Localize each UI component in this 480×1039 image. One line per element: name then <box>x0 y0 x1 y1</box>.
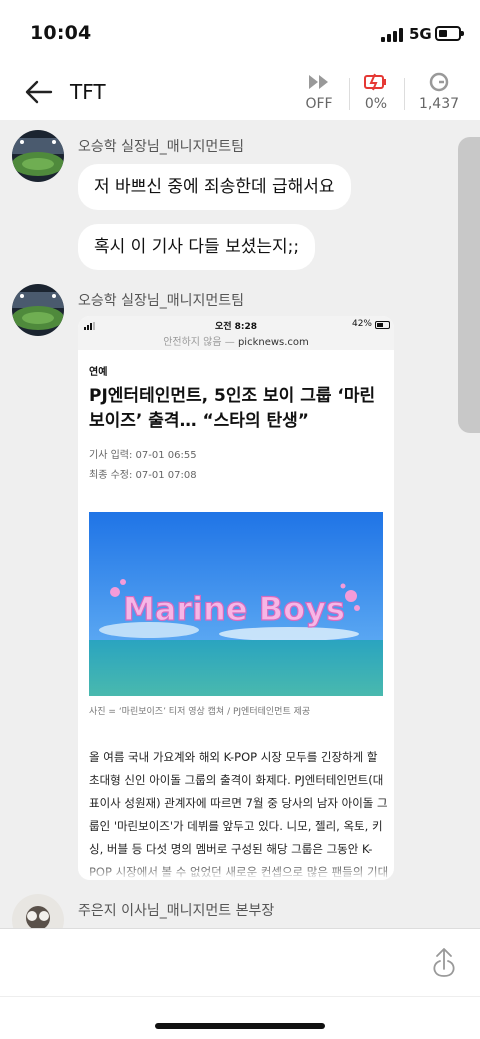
bottom-bar <box>0 996 480 1039</box>
chat-area[interactable]: 오승학 실장님_매니지먼트팀 저 바쁘신 중에 죄송한데 급해서요 혹시 이 기… <box>0 120 480 928</box>
article-section: 연예 <box>89 367 108 378</box>
arrow-left-icon <box>25 80 53 104</box>
avatar[interactable] <box>12 130 64 182</box>
article-photo: Marine Boys <box>89 512 383 696</box>
article-caption: 사진 = ‘마린보이즈’ 티저 영상 캡쳐 / PJ엔터테인먼트 제공 <box>89 707 311 717</box>
article-updated: 최종 수정: 07-01 07:08 <box>89 470 197 481</box>
url-domain: picknews.com <box>237 337 309 348</box>
stadium-avatar-image <box>12 284 64 336</box>
sender-name: 오승학 실장님_매니지먼트팀 <box>78 139 245 155</box>
share-upload-icon <box>433 948 455 977</box>
network-type: 5G <box>409 25 432 43</box>
avatar[interactable] <box>12 894 64 928</box>
photo-overlay-text: Marine Boys <box>123 590 345 628</box>
auto-play-toggle[interactable]: OFF <box>289 72 349 112</box>
status-bar: 10:04 5G <box>0 0 480 64</box>
screenshot-battery: 42% <box>351 319 372 329</box>
sender-name: 주은지 이사님_매니지먼트 본부장 <box>78 903 275 919</box>
fast-forward-icon <box>309 75 328 89</box>
g-circle-icon <box>429 72 449 92</box>
chat-title: TFT <box>70 80 106 104</box>
scrollbar[interactable] <box>458 137 480 433</box>
person-avatar-image <box>12 894 64 928</box>
ocean-sky-image: Marine Boys <box>89 512 383 696</box>
sender-name: 오승학 실장님_매니지먼트팀 <box>78 293 245 309</box>
status-time: 10:04 <box>30 22 92 44</box>
header-divider <box>404 78 405 110</box>
article-published: 기사 입력: 07-01 06:55 <box>89 450 197 461</box>
message-bubble[interactable]: 저 바쁘신 중에 죄송한데 급해서요 <box>78 164 351 210</box>
points-value: 1,437 <box>418 96 460 112</box>
message-composer[interactable] <box>0 928 480 996</box>
battery-status[interactable]: 0% <box>346 72 406 112</box>
battery-icon <box>435 26 464 41</box>
article-body: 올 여름 국내 가요계와 해외 K-POP 시장 모두를 긴장하게 할 초대형 … <box>89 750 388 879</box>
stadium-avatar-image <box>12 130 64 182</box>
screenshot-time: 오전 8:28 <box>214 322 258 332</box>
battery-status-value: 0% <box>364 96 388 112</box>
home-indicator[interactable] <box>155 1023 325 1029</box>
cellular-signal-icon <box>381 28 405 42</box>
avatar[interactable] <box>12 284 64 336</box>
battery-alert-icon <box>364 73 386 91</box>
points-status[interactable]: 1,437 <box>409 72 469 112</box>
auto-play-value: OFF <box>305 96 333 112</box>
battery-icon <box>375 321 390 329</box>
back-button[interactable] <box>24 78 54 106</box>
url-security-label: 안전하지 않음 <box>163 337 222 348</box>
share-button[interactable] <box>432 947 456 979</box>
image-message-article[interactable]: 오전 8:28 42% 안전하지 않음 — picknews.com 연예 PJ… <box>78 316 394 880</box>
screenshot-browser-bar: 오전 8:28 42% 안전하지 않음 — picknews.com <box>78 316 394 350</box>
url-separator: — <box>224 337 235 348</box>
message-bubble[interactable]: 혹시 이 기사 다들 보셨는지;; <box>78 224 316 270</box>
article-headline: PJ엔터테인먼트, 5인조 보이 그룹 ‘마린보이즈’ 출격… “스타의 탄생” <box>89 386 376 431</box>
screenshot-url: 안전하지 않음 — picknews.com <box>78 333 394 348</box>
card-fade <box>78 862 394 880</box>
chat-header: TFT OFF 0% 1,437 <box>0 64 480 120</box>
